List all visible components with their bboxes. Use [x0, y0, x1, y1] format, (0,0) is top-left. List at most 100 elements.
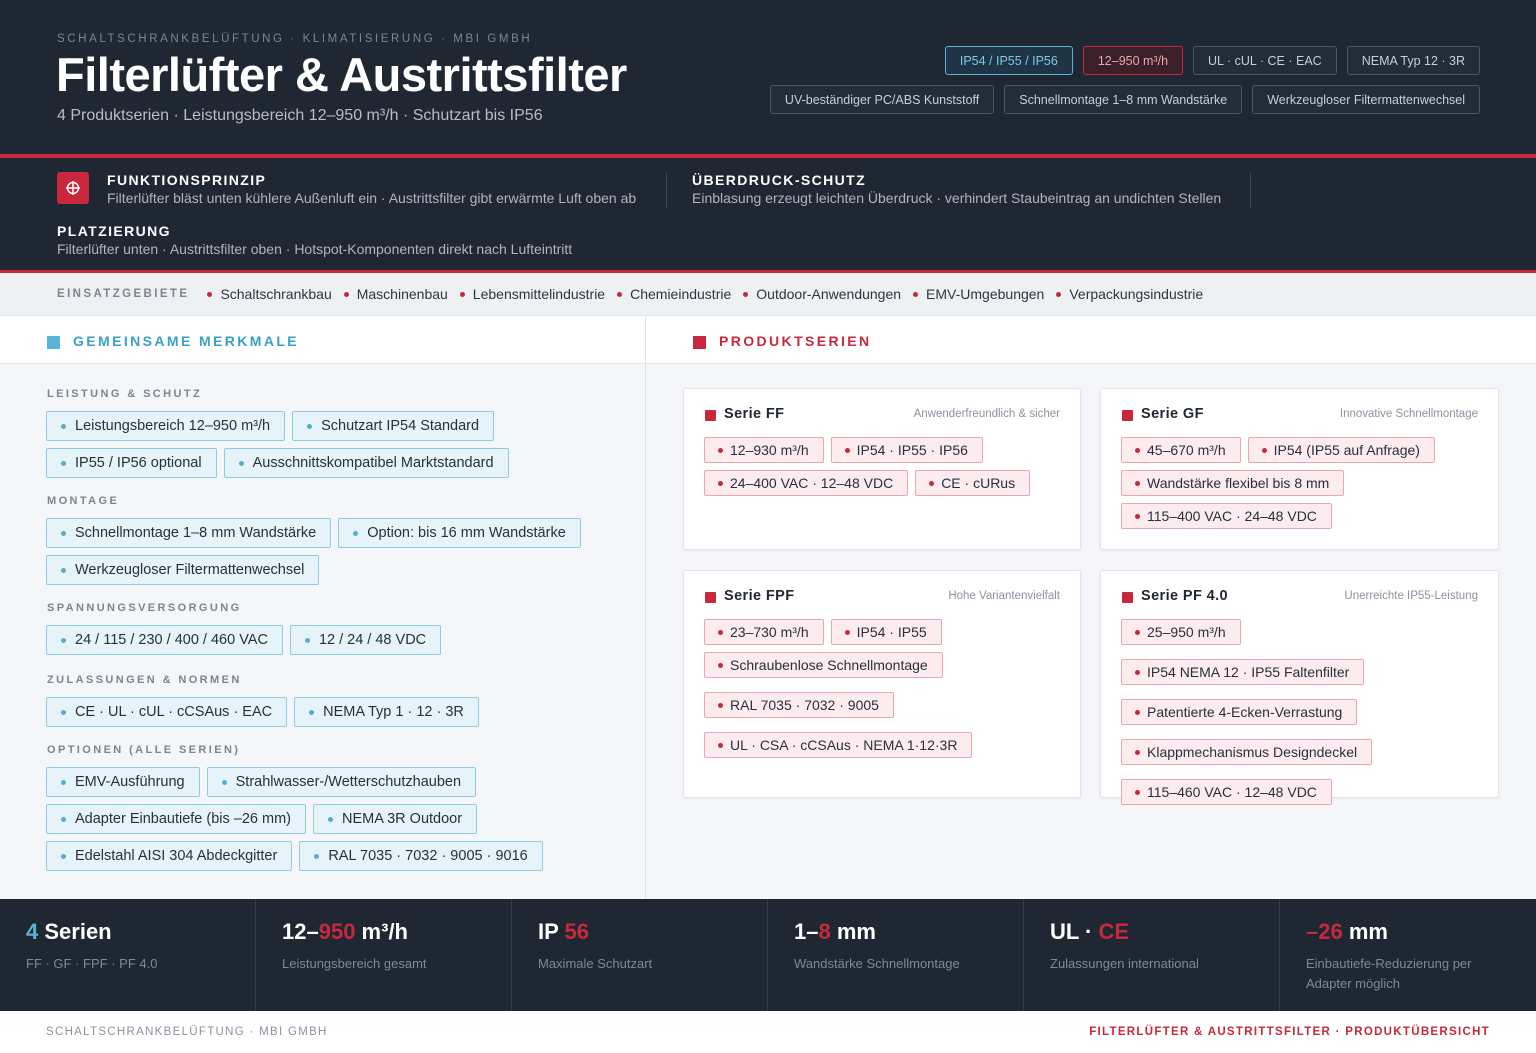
stat-value: 12–950 m³/h	[282, 919, 408, 944]
eyebrow: SCHALTSCHRANKBELÜFTUNG · KLIMATISIERUNG …	[57, 33, 533, 45]
spec-chip: 25–950 m³/h	[1121, 619, 1241, 645]
chip-list: Leistungsbereich 12–950 m³/h Schutzart I…	[46, 411, 606, 478]
spec-chip: IP54 NEMA 12 · IP55 Faltenfilter	[1121, 659, 1365, 685]
spec-chip: Klappmechanismus Designdeckel	[1121, 739, 1373, 765]
chip-list: 24 / 115 / 230 / 400 / 460 VAC 12 / 24 /…	[46, 625, 606, 655]
spec-chip: Schraubenlose Schnellmontage	[704, 652, 943, 678]
funktion-text: Filterlüfter bläst unten kühlere Außenlu…	[107, 190, 637, 206]
einsatz-item: Outdoor-Anwendungen	[743, 286, 901, 302]
feature-chip: Schnellmontage 1–8 mm Wandstärke	[46, 518, 332, 548]
feature-chip: Schutzart IP54 Standard	[292, 411, 495, 441]
square-icon	[1122, 410, 1133, 421]
stat-value: IP 56	[538, 919, 589, 944]
stats-bar: 4 Serien FF · GF · FPF · PF 4.0 12–950 m…	[0, 899, 1536, 1011]
chip-list: 12–930 m³/h IP54 · IP55 · IP56 24–400 VA…	[704, 437, 1064, 496]
spec-chip: 24–400 VAC · 12–48 VDC	[704, 470, 909, 496]
produktserien-title: PRODUKTSERIEN	[719, 333, 872, 349]
platzierung-text: Filterlüfter unten · Austrittsfilter obe…	[57, 241, 573, 257]
feature-chip: EMV-Ausführung	[46, 767, 200, 797]
merkmale-title: GEMEINSAME MERKMALE	[73, 333, 300, 349]
feature-chip: Adapter Einbautiefe (bis –26 mm)	[46, 804, 306, 834]
stat-label: Wandstärke Schnellmontage	[794, 956, 960, 971]
badge-filter: Werkzeugloser Filtermattenwechsel	[1252, 85, 1480, 114]
series-tagline: Innovative Schnellmontage	[1339, 408, 1478, 420]
square-icon	[47, 336, 60, 349]
stat-card: 1–8 mm Wandstärke Schnellmontage	[768, 899, 1024, 1011]
header-badges: IP54 / IP55 / IP56 12–950 m³/h UL · cUL …	[720, 46, 1480, 114]
einsatz-item: Chemieindustrie	[617, 286, 731, 302]
feature-chip: Leistungsbereich 12–950 m³/h	[46, 411, 286, 441]
merkmale-panel: GEMEINSAME MERKMALE LEISTUNG & SCHUTZ Le…	[0, 316, 645, 899]
einsatz-item: Verpackungsindustrie	[1056, 286, 1203, 302]
stat-label: Leistungsbereich gesamt	[282, 956, 427, 971]
spec-chip: Patentierte 4-Ecken-Verrastung	[1121, 699, 1358, 725]
series-tagline: Anwenderfreundlich & sicher	[913, 408, 1060, 420]
merkmale-body: LEISTUNG & SCHUTZ Leistungsbereich 12–95…	[0, 364, 645, 899]
feature-chip: CE · UL · cUL · cCSAus · EAC	[46, 697, 288, 727]
spec-chip: 45–670 m³/h	[1121, 437, 1241, 463]
platzierung-title: PLATZIERUNG	[57, 223, 171, 239]
spec-chip: 12–930 m³/h	[704, 437, 824, 463]
stat-label: Zulassungen international	[1050, 956, 1199, 971]
series-tagline: Hohe Variantenvielfalt	[948, 590, 1060, 602]
square-icon	[705, 410, 716, 421]
stat-value: UL · CE	[1050, 919, 1130, 944]
produktserien-header: PRODUKTSERIEN	[646, 316, 1536, 364]
spec-chip: IP54 · IP55 · IP56	[830, 437, 983, 463]
crosshair-icon	[57, 172, 89, 204]
chip-list: CE · UL · cUL · cCSAus · EAC NEMA Typ 1 …	[46, 697, 606, 727]
divider	[1250, 173, 1251, 207]
footer-left: SCHALTSCHRANKBELÜFTUNG · MBI GMBH	[46, 1026, 328, 1038]
group-title: SPANNUNGSVERSORGUNG	[47, 602, 242, 614]
spec-chip: UL · CSA · cCSAus · NEMA 1·12·3R	[704, 732, 973, 758]
feature-chip: Option: bis 16 mm Wandstärke	[338, 518, 581, 548]
stat-card: UL · CE Zulassungen international	[1024, 899, 1280, 1011]
square-icon	[705, 592, 716, 603]
spec-chip: RAL 7035 · 7032 · 9005	[704, 692, 894, 718]
series-name: Serie GF	[1141, 406, 1204, 422]
feature-chip: Edelstahl AISI 304 Abdeckgitter	[46, 841, 293, 871]
feature-chip: 12 / 24 / 48 VDC	[289, 625, 442, 655]
stat-card: 4 Serien FF · GF · FPF · PF 4.0	[0, 899, 256, 1011]
feature-chip: Werkzeugloser Filtermattenwechsel	[46, 555, 320, 585]
einsatz-item: Maschinenbau	[343, 286, 448, 302]
spec-chip: 23–730 m³/h	[704, 619, 824, 645]
feature-chip: RAL 7035 · 7032 · 9005 · 9016	[299, 841, 543, 871]
spec-chip: 115–460 VAC · 12–48 VDC	[1121, 779, 1332, 805]
footer-right: FILTERLÜFTER & AUSTRITTSFILTER · PRODUKT…	[1089, 1026, 1490, 1038]
square-icon	[693, 336, 706, 349]
group-title: MONTAGE	[47, 495, 120, 507]
einsatzgebiete-bar: EINSATZGEBIETE Schaltschrankbau Maschine…	[0, 273, 1536, 316]
stat-value: 1–8 mm	[794, 919, 876, 944]
badge-airflow: 12–950 m³/h	[1082, 46, 1184, 75]
stat-card: –26 mm Einbautiefe-Reduzierung per Adapt…	[1280, 899, 1536, 1011]
badge-ip: IP54 / IP55 / IP56	[944, 46, 1073, 75]
badge-montage: Schnellmontage 1–8 mm Wandstärke	[1004, 85, 1243, 114]
footer: SCHALTSCHRANKBELÜFTUNG · MBI GMBH FILTER…	[0, 1011, 1536, 1053]
ueberdruck-text: Einblasung erzeugt leichten Überdruck · …	[692, 190, 1222, 206]
stat-card: IP 56 Maximale Schutzart	[512, 899, 768, 1011]
spec-chip: CE · cURus	[915, 470, 1031, 496]
stat-label: Maximale Schutzart	[538, 956, 653, 971]
badge-certs: UL · cUL · CE · EAC	[1193, 46, 1337, 75]
series-name: Serie FF	[724, 406, 785, 422]
page-title: Filterlüfter & Austrittsfilter	[56, 48, 627, 101]
stat-value: 4 Serien	[26, 919, 112, 944]
stat-label: Einbautiefe-Reduzierung per Adapter mögl…	[1306, 956, 1472, 991]
produktserien-panel: PRODUKTSERIEN Serie FF Anwenderfreundlic…	[646, 316, 1536, 899]
series-tagline: Unerreichte IP55-Leistung	[1344, 590, 1478, 602]
divider	[666, 173, 667, 207]
stat-card: 12–950 m³/h Leistungsbereich gesamt	[256, 899, 512, 1011]
einsatzgebiete-label: EINSATZGEBIETE	[57, 288, 190, 300]
feature-chip: NEMA Typ 1 · 12 · 3R	[294, 697, 479, 727]
funktion-title: FUNKTIONSPRINZIP	[107, 172, 267, 188]
chip-list: 45–670 m³/h IP54 (IP55 auf Anfrage) Wand…	[1121, 437, 1481, 529]
einsatz-item: Schaltschrankbau	[207, 286, 332, 302]
spec-chip: IP54 (IP55 auf Anfrage)	[1247, 437, 1435, 463]
square-icon	[1122, 592, 1133, 603]
chip-list: EMV-Ausführung Strahlwasser-/Wetterschut…	[46, 767, 606, 871]
series-card: Serie FF Anwenderfreundlich & sicher 12–…	[683, 388, 1081, 550]
group-title: LEISTUNG & SCHUTZ	[47, 388, 203, 400]
ueberdruck-title: ÜBERDRUCK-SCHUTZ	[692, 172, 867, 188]
feature-chip: IP55 / IP56 optional	[46, 448, 217, 478]
